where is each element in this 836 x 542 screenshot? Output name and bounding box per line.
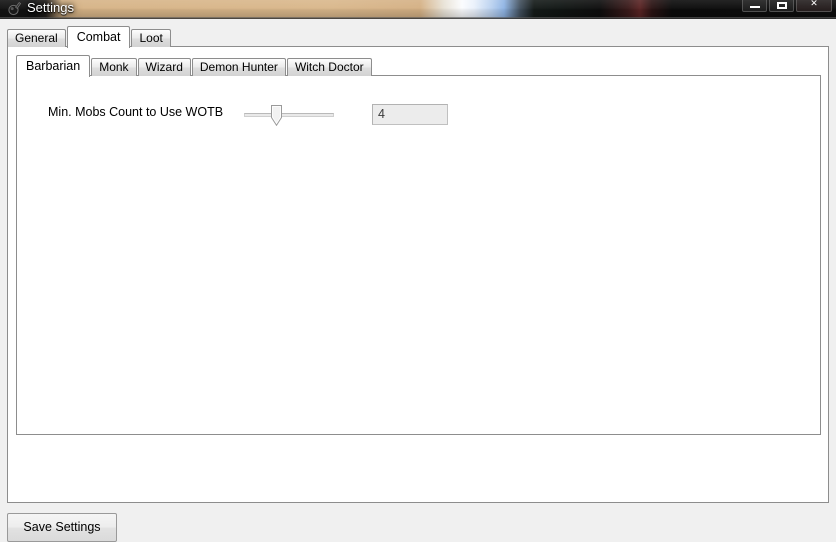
tab-wizard[interactable]: Wizard <box>137 58 191 76</box>
app-icon <box>6 0 22 16</box>
tab-demon-hunter[interactable]: Demon Hunter <box>191 58 286 76</box>
maximize-icon <box>776 2 787 9</box>
setting-row: Min. Mobs Count to Use WOTB 4 <box>17 76 822 436</box>
footer-bar: Save Settings <box>0 506 836 542</box>
slider-thumb[interactable] <box>271 105 283 126</box>
minimize-button[interactable] <box>742 0 767 12</box>
window-controls: ✕ <box>740 0 832 12</box>
inner-tab-strip: Barbarian Monk Wizard Demon Hunter Witch… <box>16 55 373 77</box>
title-bar[interactable]: Settings ✕ <box>0 0 836 19</box>
save-settings-button[interactable]: Save Settings <box>7 513 117 542</box>
slider-track[interactable] <box>244 113 334 117</box>
tab-loot[interactable]: Loot <box>131 29 171 47</box>
tab-barbarian[interactable]: Barbarian <box>16 55 91 77</box>
min-mobs-count-label: Min. Mobs Count to Use WOTB <box>48 105 224 119</box>
maximize-button[interactable] <box>769 0 794 12</box>
min-mobs-count-slider[interactable] <box>244 102 334 130</box>
inner-tab-panel: Min. Mobs Count to Use WOTB 4 <box>16 75 821 435</box>
tab-monk[interactable]: Monk <box>91 58 137 76</box>
titlebar-bottom-border <box>0 17 836 19</box>
close-button[interactable]: ✕ <box>796 0 832 12</box>
tab-witch-doctor[interactable]: Witch Doctor <box>286 58 372 76</box>
outer-tab-strip: General Combat Loot <box>7 26 172 48</box>
settings-window: Settings ✕ General Combat Loot Barbarian… <box>0 0 836 542</box>
min-mobs-count-value-field[interactable]: 4 <box>372 104 448 125</box>
minimize-icon <box>749 6 760 8</box>
tab-combat[interactable]: Combat <box>66 26 131 48</box>
window-title: Settings <box>27 0 74 15</box>
tab-general[interactable]: General <box>7 29 66 47</box>
close-icon: ✕ <box>810 0 818 9</box>
